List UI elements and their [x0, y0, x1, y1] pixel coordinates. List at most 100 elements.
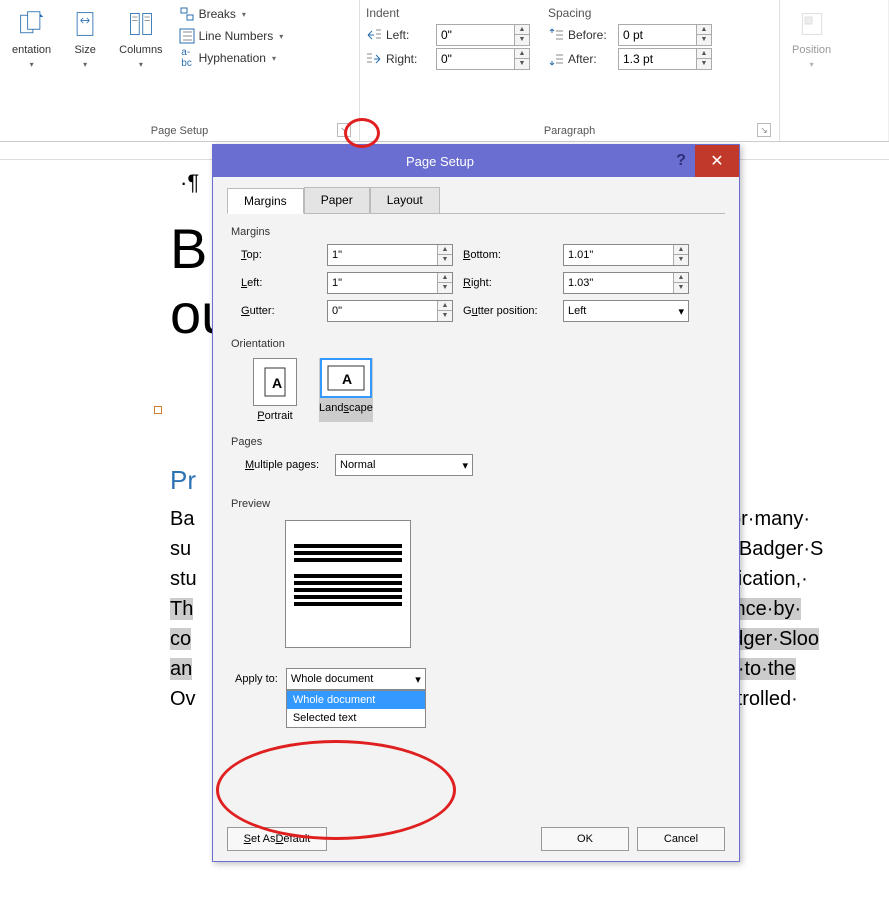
margin-bottom-input[interactable]: ▲▼ — [563, 244, 689, 266]
indent-left-input[interactable]: ▲▼ — [436, 24, 530, 46]
apply-to-option-whole[interactable]: Whole document — [287, 691, 425, 709]
dropdown-arrow-icon: ▾ — [139, 60, 143, 69]
dropdown-arrow-icon: ▾ — [810, 60, 814, 69]
gutter-position-select[interactable]: Left▾ — [563, 300, 689, 322]
orientation-label: entation — [12, 44, 51, 56]
spacing-after-icon — [548, 51, 564, 67]
spin-up[interactable]: ▲ — [438, 245, 452, 255]
apply-to-dropdown: Whole document Selected text — [286, 690, 426, 728]
spin-down[interactable]: ▼ — [697, 59, 711, 69]
dropdown-arrow-icon: ▾ — [242, 10, 246, 19]
gutter-input[interactable]: ▲▼ — [327, 300, 453, 322]
indent-right-value[interactable] — [437, 52, 514, 66]
landscape-icon: A — [320, 358, 372, 398]
spacing-after-label: After: — [568, 52, 614, 66]
columns-label: Columns — [119, 44, 162, 56]
breaks-button[interactable]: Breaks ▾ — [175, 4, 288, 24]
chevron-down-icon: ▾ — [678, 305, 684, 318]
size-label: Size — [74, 44, 95, 56]
indent-right-input[interactable]: ▲▼ — [436, 48, 530, 70]
orientation-icon — [16, 8, 48, 40]
margin-left-label: Left: — [241, 277, 317, 289]
spin-down[interactable]: ▼ — [438, 255, 452, 265]
page-setup-dialog: Page Setup ? ✕ Margins Paper Layout Marg… — [212, 144, 740, 862]
spin-up[interactable]: ▲ — [674, 273, 688, 283]
breaks-icon — [179, 6, 195, 22]
set-as-default-button[interactable]: Set As Default — [227, 827, 327, 851]
spin-down[interactable]: ▼ — [697, 35, 711, 45]
spin-down[interactable]: ▼ — [515, 59, 529, 69]
orientation-portrait[interactable]: A Portrait — [253, 358, 297, 422]
svg-text:A: A — [342, 371, 352, 387]
ribbon-group-arrange: Position ▾ — [780, 0, 889, 141]
spin-up[interactable]: ▲ — [438, 273, 452, 283]
spin-down[interactable]: ▼ — [438, 283, 452, 293]
spacing-before-value[interactable] — [619, 28, 696, 42]
spin-up[interactable]: ▲ — [438, 301, 452, 311]
spin-up[interactable]: ▲ — [674, 245, 688, 255]
paragraph-group-label: Paragraph ↘ — [366, 123, 773, 139]
hyphenation-button[interactable]: a-bc Hyphenation ▾ — [175, 48, 288, 68]
portrait-icon: A — [253, 358, 297, 406]
breaks-label: Breaks — [199, 7, 236, 21]
position-label: Position — [792, 44, 831, 56]
size-button[interactable]: Size ▾ — [63, 4, 107, 123]
dialog-titlebar[interactable]: Page Setup ? ✕ — [213, 145, 739, 177]
dialog-title: Page Setup — [213, 154, 667, 169]
dropdown-arrow-icon: ▾ — [272, 54, 276, 63]
svg-text:A: A — [272, 375, 282, 391]
gutter-label: Gutter: — [241, 305, 317, 317]
orientation-button[interactable]: entation ▾ — [6, 4, 57, 123]
page-setup-dialog-launcher[interactable]: ↘ — [337, 123, 351, 137]
preview-section-label: Preview — [231, 498, 725, 510]
size-icon — [69, 8, 101, 40]
spacing-before-label: Before: — [568, 28, 614, 42]
title-left: B — [170, 217, 207, 280]
pages-section-label: Pages — [231, 436, 725, 448]
line-numbers-button[interactable]: Line Numbers ▾ — [175, 26, 288, 46]
dropdown-arrow-icon: ▾ — [30, 60, 34, 69]
indent-left-icon — [366, 27, 382, 43]
cancel-button[interactable]: Cancel — [637, 827, 725, 851]
spacing-before-icon — [548, 27, 564, 43]
apply-to-label: Apply to: — [235, 673, 278, 685]
ok-button[interactable]: OK — [541, 827, 629, 851]
tab-paper[interactable]: Paper — [304, 187, 370, 213]
columns-button[interactable]: Columns ▾ — [113, 4, 168, 123]
tab-layout[interactable]: Layout — [370, 187, 440, 213]
paragraph-group-text: Paragraph — [544, 125, 595, 137]
chevron-down-icon: ▾ — [415, 673, 421, 686]
indent-right-icon — [366, 51, 382, 67]
spin-down[interactable]: ▼ — [674, 255, 688, 265]
columns-icon — [125, 8, 157, 40]
indent-right-label: Right: — [386, 52, 432, 66]
page-setup-group-label: Page Setup ↘ — [6, 123, 353, 139]
spin-down[interactable]: ▼ — [674, 283, 688, 293]
dialog-close-button[interactable]: ✕ — [695, 145, 739, 177]
dialog-help-button[interactable]: ? — [667, 152, 695, 170]
margin-right-input[interactable]: ▲▼ — [563, 272, 689, 294]
orientation-landscape[interactable]: A Landscape — [319, 358, 373, 422]
multiple-pages-select[interactable]: Normal▾ — [335, 454, 473, 476]
spin-up[interactable]: ▲ — [515, 25, 529, 35]
apply-to-option-selected[interactable]: Selected text — [287, 709, 425, 727]
indent-left-value[interactable] — [437, 28, 514, 42]
tab-margins[interactable]: Margins — [227, 188, 304, 214]
spin-up[interactable]: ▲ — [697, 25, 711, 35]
apply-to-select[interactable]: Whole document ▾ — [286, 668, 426, 690]
spacing-after-input[interactable]: ▲▼ — [618, 48, 712, 70]
margin-top-input[interactable]: ▲▼ — [327, 244, 453, 266]
apply-to-value: Whole document — [291, 673, 374, 685]
spin-up[interactable]: ▲ — [697, 49, 711, 59]
margin-left-input[interactable]: ▲▼ — [327, 272, 453, 294]
spin-down[interactable]: ▼ — [438, 311, 452, 321]
hyphenation-icon: a-bc — [179, 50, 195, 66]
spin-up[interactable]: ▲ — [515, 49, 529, 59]
paragraph-dialog-launcher[interactable]: ↘ — [757, 123, 771, 137]
spacing-before-input[interactable]: ▲▼ — [618, 24, 712, 46]
position-button[interactable]: Position ▾ — [786, 4, 837, 135]
multiple-pages-label: Multiple pages: — [245, 459, 319, 471]
preview-box — [285, 520, 411, 648]
spin-down[interactable]: ▼ — [515, 35, 529, 45]
spacing-after-value[interactable] — [619, 52, 696, 66]
